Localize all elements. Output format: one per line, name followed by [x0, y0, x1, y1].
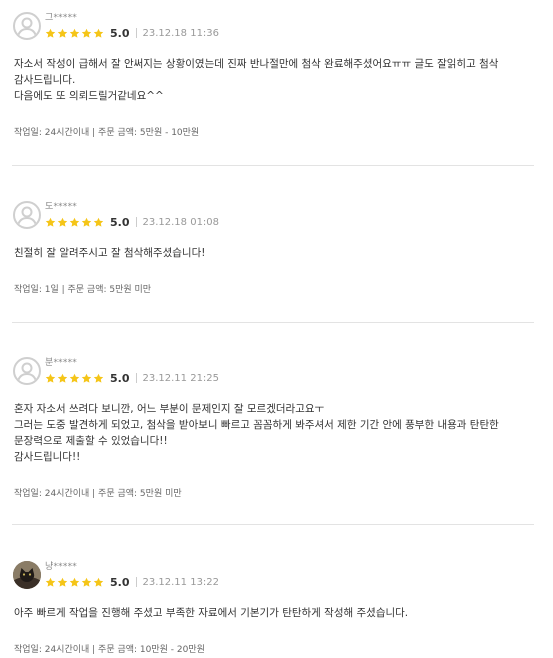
star-rating: [45, 373, 105, 384]
review-divider: [12, 322, 534, 323]
meta-separator: [135, 217, 137, 227]
star-icon: [57, 577, 68, 587]
review-item: 냥***** 5.0 23.12.11 13:22 아주 빠르게 작업을 진행해…: [12, 561, 536, 655]
star-icon: [81, 373, 92, 383]
star-icon: [45, 373, 56, 383]
review-header: 그***** 5.0 23.12.18 11:36: [12, 12, 536, 42]
default-avatar-icon: [13, 201, 41, 229]
order-info: 작업일: 24시간이내 | 주문 금액: 5만원 - 10만원: [14, 128, 200, 138]
review-text-line: 친절히 잘 알려주시고 잘 첨삭해주셨습니다!: [14, 247, 206, 259]
star-rating: [45, 217, 105, 228]
review-date: 23.12.11 21:25: [142, 372, 220, 384]
rating-score: 5.0: [110, 215, 130, 229]
review-divider: [12, 165, 534, 166]
rating-score: 5.0: [110, 575, 130, 589]
default-avatar-icon: [13, 12, 41, 40]
star-icon: [81, 217, 92, 227]
cat-photo-avatar-icon: [13, 561, 41, 589]
review-item: 그***** 5.0 23.12.18 11:36 자소서 작성이 급해서 잘 …: [12, 12, 536, 138]
review-text: 아주 빠르게 작업을 진행해 주셨고 부족한 자료에서 기본기가 탄탄하게 작성…: [12, 605, 536, 621]
review-text-line: 아주 빠르게 작업을 진행해 주셨고 부족한 자료에서 기본기가 탄탄하게 작성…: [14, 607, 409, 619]
review-header: 도***** 5.0 23.12.18 01:08: [12, 201, 536, 231]
review-header: 냥***** 5.0 23.12.11 13:22: [12, 561, 536, 591]
star-icon: [69, 373, 80, 383]
review-text: 자소서 작성이 급해서 잘 안써지는 상황이였는데 진짜 반나절만에 첨삭 완료…: [12, 56, 536, 104]
review-text: 혼자 자소서 쓰려다 보니깐, 어느 부분이 문제인지 잘 모르겠더라고요ㅜ 그…: [12, 401, 536, 465]
star-icon: [93, 577, 104, 587]
review-item: 도***** 5.0 23.12.18 01:08 친절히 잘 알려주시고 잘 …: [12, 201, 536, 295]
rating-score: 5.0: [110, 26, 130, 40]
review-item: 분***** 5.0 23.12.11 21:25 혼자 자소서 쓰려다 보니깐…: [12, 357, 536, 499]
review-text-line: 자소서 작성이 급해서 잘 안써지는 상황이였는데 진짜 반나절만에 첨삭 완료…: [14, 58, 499, 86]
review-list: 그***** 5.0 23.12.18 11:36 자소서 작성이 급해서 잘 …: [0, 0, 553, 658]
rating-line: 5.0 23.12.11 21:25: [45, 370, 219, 386]
star-icon: [93, 217, 104, 227]
star-icon: [69, 577, 80, 587]
star-icon: [93, 373, 104, 383]
review-text-line: 그러는 도중 발견하게 되었고, 첨삭을 받아보니 빠르고 꼼꼼하게 봐주셔서 …: [14, 419, 499, 447]
star-icon: [69, 28, 80, 38]
reviewer-name: 그*****: [45, 13, 77, 23]
review-header: 분***** 5.0 23.12.11 21:25: [12, 357, 536, 387]
order-info: 작업일: 24시간이내 | 주문 금액: 5만원 미만: [14, 489, 182, 499]
star-icon: [69, 217, 80, 227]
review-text: 친절히 잘 알려주시고 잘 첨삭해주셨습니다!: [12, 245, 536, 261]
reviewer-name: 분*****: [45, 358, 77, 368]
rating-line: 5.0 23.12.18 01:08: [45, 214, 219, 230]
rating-line: 5.0 23.12.18 11:36: [45, 25, 219, 41]
meta-separator: [135, 373, 137, 383]
review-text-line: 감사드립니다!!: [14, 451, 81, 463]
star-icon: [93, 28, 104, 38]
reviewer-name: 도*****: [45, 202, 77, 212]
review-date: 23.12.11 13:22: [142, 576, 220, 588]
star-icon: [45, 28, 56, 38]
review-text-line: 혼자 자소서 쓰려다 보니깐, 어느 부분이 문제인지 잘 모르겠더라고요ㅜ: [14, 403, 325, 415]
default-avatar-icon: [13, 357, 41, 385]
review-date: 23.12.18 01:08: [142, 216, 220, 228]
review-divider: [12, 524, 534, 525]
star-icon: [81, 28, 92, 38]
star-icon: [57, 373, 68, 383]
star-icon: [57, 28, 68, 38]
rating-line: 5.0 23.12.11 13:22: [45, 574, 219, 590]
review-text-line: 다음에도 또 의뢰드릴거같네요^^: [14, 90, 164, 102]
star-icon: [57, 217, 68, 227]
rating-score: 5.0: [110, 371, 130, 385]
order-info: 작업일: 24시간이내 | 주문 금액: 10만원 - 20만원: [14, 645, 205, 655]
star-icon: [81, 577, 92, 587]
star-icon: [45, 217, 56, 227]
star-icon: [45, 577, 56, 587]
meta-separator: [135, 28, 137, 38]
meta-separator: [135, 577, 137, 587]
reviewer-name: 냥*****: [45, 562, 77, 572]
review-date: 23.12.18 11:36: [142, 27, 220, 39]
star-rating: [45, 577, 105, 588]
star-rating: [45, 28, 105, 39]
order-info: 작업일: 1일 | 주문 금액: 5만원 미만: [14, 285, 152, 295]
